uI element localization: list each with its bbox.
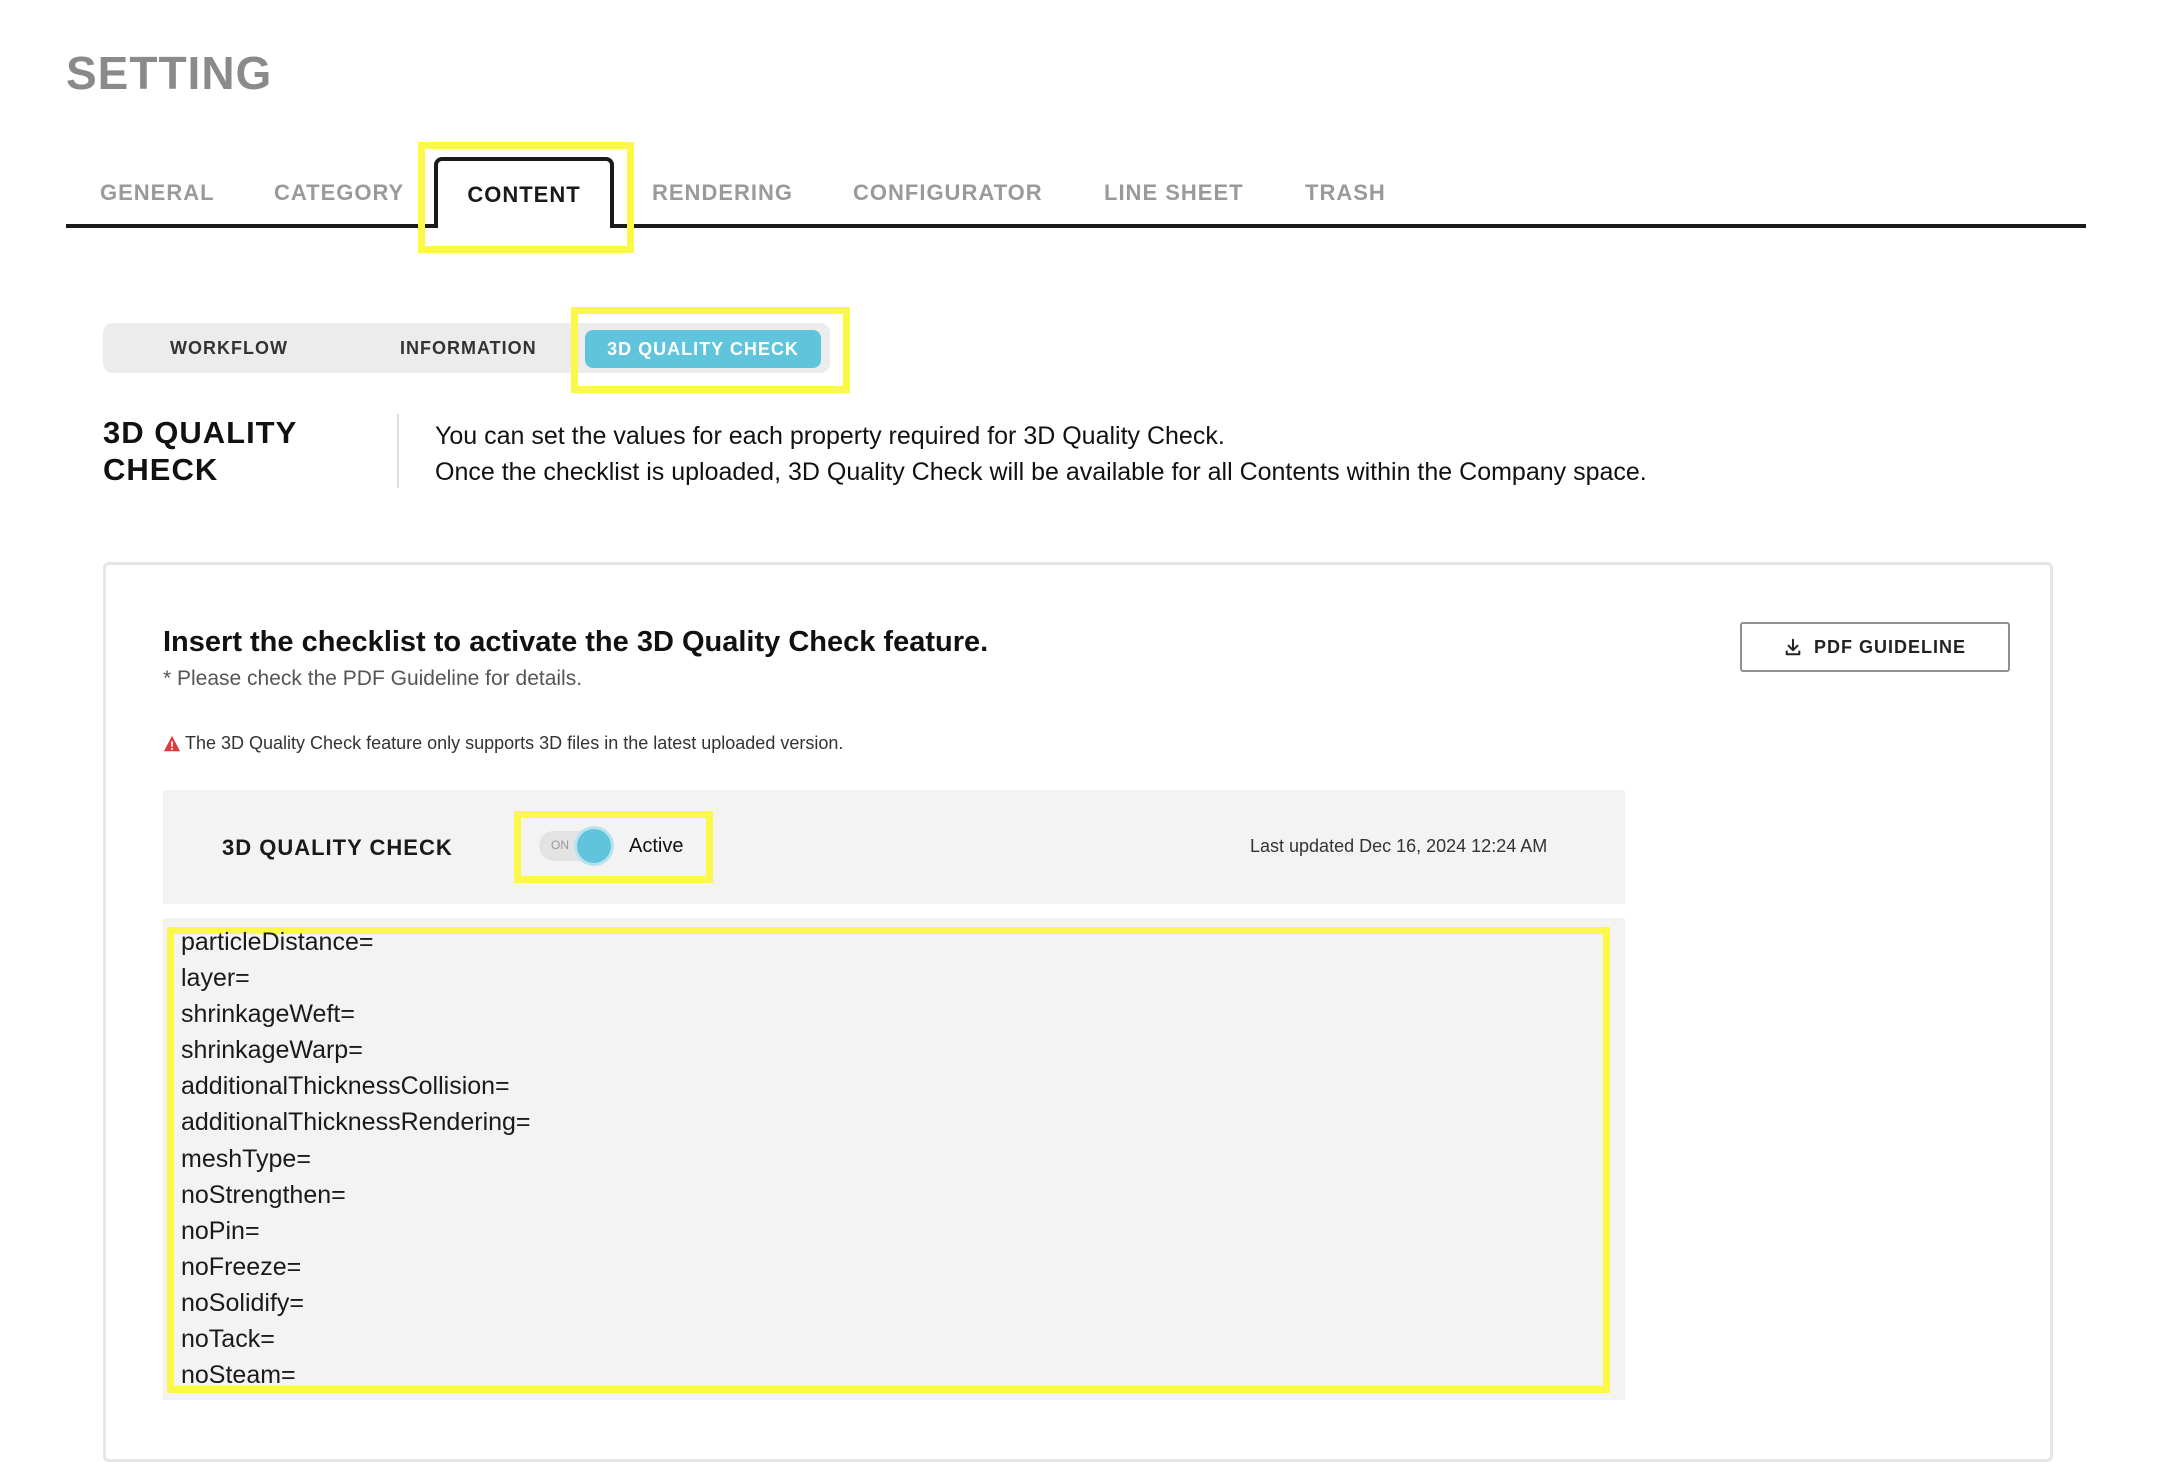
- section-divider: [397, 414, 399, 488]
- warning-message: The 3D Quality Check feature only suppor…: [163, 733, 843, 754]
- checklist-line: particleDistance=: [181, 928, 374, 956]
- tab-content-highlight: [418, 142, 634, 253]
- checklist-line: layer=: [181, 964, 250, 993]
- pdf-guideline-label: PDF GUIDELINE: [1813, 636, 1966, 657]
- last-updated: Last updated Dec 16, 2024 12:24 AM: [1250, 836, 1548, 856]
- section-description-line1: You can set the values for each property…: [435, 422, 1225, 450]
- checklist-lines: particleDistance= layer= shrinkageWeft= …: [181, 924, 531, 1393]
- toggle-on-text: ON: [551, 838, 569, 852]
- section-title-line1: 3D QUALITY: [103, 415, 298, 450]
- checklist-line: shrinkageWarp=: [181, 1036, 363, 1065]
- checklist-line: additionalThicknessCollision=: [181, 1072, 510, 1101]
- tab-rendering[interactable]: RENDERING: [652, 180, 793, 206]
- section-description: You can set the values for each property…: [435, 418, 1647, 490]
- tab-configurator[interactable]: CONFIGURATOR: [853, 180, 1043, 206]
- toggle-status: Active: [629, 835, 684, 857]
- checklist-line: noSteam=: [181, 1361, 296, 1390]
- page-title: SETTING: [66, 47, 273, 99]
- checklist-line: noPin=: [181, 1216, 260, 1245]
- card-heading: Insert the checklist to activate the 3D …: [163, 626, 989, 658]
- checklist-line: noSolidify=: [181, 1288, 304, 1317]
- pdf-guideline-button[interactable]: PDF GUIDELINE: [1740, 622, 2010, 672]
- checklist-line: meshType=: [181, 1144, 311, 1173]
- checklist-line: additionalThicknessRendering=: [181, 1108, 531, 1137]
- subtab-workflow[interactable]: WORKFLOW: [170, 323, 288, 373]
- checklist-line: noTack=: [181, 1325, 275, 1354]
- section-title: 3D QUALITY CHECK: [103, 414, 297, 488]
- tab-line-sheet[interactable]: LINE SHEET: [1104, 180, 1244, 206]
- toggle-knob[interactable]: [577, 829, 611, 863]
- section-title-line2: CHECK: [103, 452, 219, 487]
- subtab-highlight: [571, 307, 850, 393]
- checklist-line: noStrengthen=: [181, 1180, 346, 1209]
- card-note: * Please check the PDF Guideline for det…: [163, 667, 583, 690]
- checklist-line: shrinkageWeft=: [181, 1000, 355, 1029]
- tab-general[interactable]: GENERAL: [100, 180, 215, 206]
- section-description-line2: Once the checklist is uploaded, 3D Quali…: [435, 458, 1647, 486]
- checklist-line: noFreeze=: [181, 1252, 302, 1281]
- quality-check-label: 3D QUALITY CHECK: [222, 835, 453, 860]
- subtab-information[interactable]: INFORMATION: [400, 323, 537, 373]
- tab-category[interactable]: CATEGORY: [274, 180, 404, 206]
- tab-trash[interactable]: TRASH: [1305, 180, 1386, 206]
- warning-icon: [163, 735, 181, 751]
- download-icon: [1785, 638, 1801, 656]
- warning-text: The 3D Quality Check feature only suppor…: [185, 733, 844, 753]
- tab-bar-underline: [66, 224, 2086, 228]
